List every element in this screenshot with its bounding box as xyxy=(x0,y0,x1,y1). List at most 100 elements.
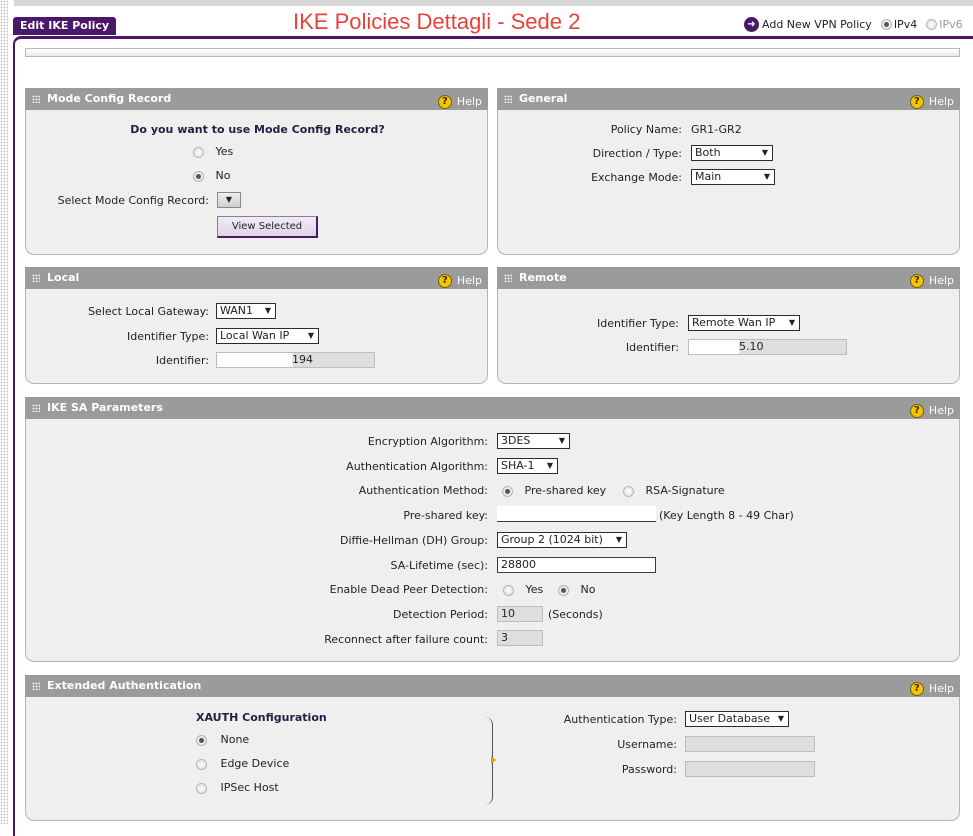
ipv4-option[interactable]: IPv4 xyxy=(880,18,918,31)
help-link[interactable]: ? Help xyxy=(909,270,954,292)
xauth-edge-radio[interactable] xyxy=(196,758,207,770)
rsa-radio[interactable] xyxy=(623,485,634,497)
help-icon[interactable]: ? xyxy=(909,682,924,696)
mode-config-no-option[interactable]: No xyxy=(193,169,230,182)
bracket-arrow-icon xyxy=(491,756,496,764)
help-icon[interactable]: ? xyxy=(909,404,924,418)
xauth-none-label: None xyxy=(220,733,250,746)
mode-config-yes-option[interactable]: Yes xyxy=(193,145,233,158)
edit-ike-policy-tab[interactable]: Edit IKE Policy xyxy=(13,17,117,35)
username-input[interactable] xyxy=(685,736,815,752)
xauth-none-option[interactable]: None xyxy=(196,733,249,746)
panel-header: Mode Config Record ? Help xyxy=(25,88,488,110)
panel-title: IKE SA Parameters xyxy=(47,401,163,414)
xauth-edge-option[interactable]: Edge Device xyxy=(196,757,289,770)
arrow-right-icon[interactable]: ➜ xyxy=(744,17,759,32)
help-icon[interactable]: ? xyxy=(437,95,452,109)
help-label[interactable]: Help xyxy=(929,91,954,113)
chevron-down-icon: ▼ xyxy=(615,535,622,544)
general-panel: General ? Help Policy Name: GR1-GR2 Dire… xyxy=(497,88,960,255)
chevron-down-icon: ▼ xyxy=(546,461,553,470)
help-link[interactable]: ? Help xyxy=(909,400,954,422)
panel-title: Remote xyxy=(519,271,567,284)
yes-radio[interactable] xyxy=(193,146,204,158)
remote-identifier-input[interactable]: 5.10 xyxy=(688,339,847,355)
auth-method-rsa-option[interactable]: RSA-Signature xyxy=(623,484,725,497)
password-input[interactable] xyxy=(685,761,815,777)
add-new-vpn-policy-link[interactable]: Add New VPN Policy xyxy=(762,18,872,31)
help-label[interactable]: Help xyxy=(457,270,482,292)
grip-icon xyxy=(504,95,512,103)
remote-identifier-type-value: Remote Wan IP xyxy=(692,316,776,329)
panel-title: Extended Authentication xyxy=(47,679,202,692)
no-label: No xyxy=(215,169,231,182)
remote-identifier-type-select[interactable]: Remote Wan IP ▼ xyxy=(688,315,800,331)
local-gateway-select[interactable]: WAN1 ▼ xyxy=(216,303,276,319)
dh-group-select[interactable]: Group 2 (1024 bit) ▼ xyxy=(497,532,627,548)
xauth-config-title: XAUTH Configuration xyxy=(196,711,327,724)
exchange-mode-select[interactable]: Main ▼ xyxy=(691,169,775,185)
ipv6-label: IPv6 xyxy=(939,18,963,31)
xauth-ipsec-option[interactable]: IPSec Host xyxy=(196,781,279,794)
select-mode-config-label: Select Mode Config Record: xyxy=(57,194,209,207)
view-selected-button[interactable]: View Selected xyxy=(217,216,318,238)
auth-type-value: User Database xyxy=(689,712,771,725)
local-identifier-input[interactable]: 194 xyxy=(216,352,375,368)
sa-lifetime-label: SA-Lifetime (sec): xyxy=(390,559,488,572)
help-link[interactable]: ? Help xyxy=(909,678,954,700)
local-panel: Local ? Help Select Local Gateway: WAN1 … xyxy=(25,267,488,384)
help-link[interactable]: ? Help xyxy=(437,91,482,113)
mode-config-panel: Mode Config Record ? Help Do you want to… xyxy=(25,88,488,255)
mode-config-record-select[interactable]: ▼ xyxy=(217,192,241,208)
detection-period-input[interactable]: 10 xyxy=(497,606,543,622)
help-link[interactable]: ? Help xyxy=(909,91,954,113)
grip-icon xyxy=(32,404,40,412)
psk-option-label: Pre-shared key xyxy=(524,484,607,497)
remote-panel: Remote ? Help Identifier Type: Remote Wa… xyxy=(497,267,960,384)
dpd-no-radio[interactable] xyxy=(558,584,569,596)
help-icon[interactable]: ? xyxy=(909,274,924,288)
exchange-mode-label: Exchange Mode: xyxy=(591,171,682,184)
policy-name-label: Policy Name: xyxy=(610,123,682,136)
encryption-algorithm-select[interactable]: 3DES ▼ xyxy=(497,433,570,449)
chevron-down-icon: ▼ xyxy=(777,714,784,723)
help-icon[interactable]: ? xyxy=(909,95,924,109)
authentication-algorithm-select[interactable]: SHA-1 ▼ xyxy=(497,458,558,474)
authentication-method-label: Authentication Method: xyxy=(358,484,488,497)
pre-shared-key-hint: (Key Length 8 - 49 Char) xyxy=(659,509,794,522)
xauth-none-radio[interactable] xyxy=(196,734,207,746)
dead-peer-detection-label: Enable Dead Peer Detection: xyxy=(329,583,488,596)
ipv4-radio[interactable] xyxy=(880,19,892,30)
auth-method-psk-option[interactable]: Pre-shared key xyxy=(502,484,606,497)
ipv6-option[interactable]: IPv6 xyxy=(926,18,963,31)
ipv6-radio[interactable] xyxy=(926,19,938,30)
left-dotted-border xyxy=(0,0,8,824)
pre-shared-key-label: Pre-shared key: xyxy=(403,509,488,522)
help-label[interactable]: Help xyxy=(457,91,482,113)
panel-header: Remote ? Help xyxy=(497,267,960,289)
direction-select[interactable]: Both ▼ xyxy=(691,145,773,161)
authentication-algorithm-value: SHA-1 xyxy=(501,459,535,472)
pre-shared-key-input[interactable] xyxy=(497,506,656,522)
dpd-no-option[interactable]: No xyxy=(558,583,595,596)
xauth-ipsec-radio[interactable] xyxy=(196,782,207,794)
help-label[interactable]: Help xyxy=(929,270,954,292)
help-link[interactable]: ? Help xyxy=(437,270,482,292)
reconnect-count-input[interactable]: 3 xyxy=(497,630,543,646)
sa-lifetime-input[interactable]: 28800 xyxy=(497,557,656,573)
authentication-algorithm-label: Authentication Algorithm: xyxy=(346,460,488,473)
no-radio[interactable] xyxy=(193,170,204,182)
auth-type-select[interactable]: User Database ▼ xyxy=(685,711,789,727)
encryption-algorithm-label: Encryption Algorithm: xyxy=(367,435,488,448)
local-identifier-type-select[interactable]: Local Wan IP ▼ xyxy=(216,328,319,344)
direction-label: Direction / Type: xyxy=(592,147,682,160)
help-label[interactable]: Help xyxy=(929,678,954,700)
chevron-down-icon: ▼ xyxy=(225,195,233,204)
dpd-yes-radio[interactable] xyxy=(503,584,514,596)
psk-radio[interactable] xyxy=(502,485,513,497)
dh-group-value: Group 2 (1024 bit) xyxy=(501,533,603,546)
ipv4-label: IPv4 xyxy=(893,18,918,31)
dpd-yes-option[interactable]: Yes xyxy=(503,583,543,596)
help-icon[interactable]: ? xyxy=(437,274,452,288)
help-label[interactable]: Help xyxy=(929,400,954,422)
